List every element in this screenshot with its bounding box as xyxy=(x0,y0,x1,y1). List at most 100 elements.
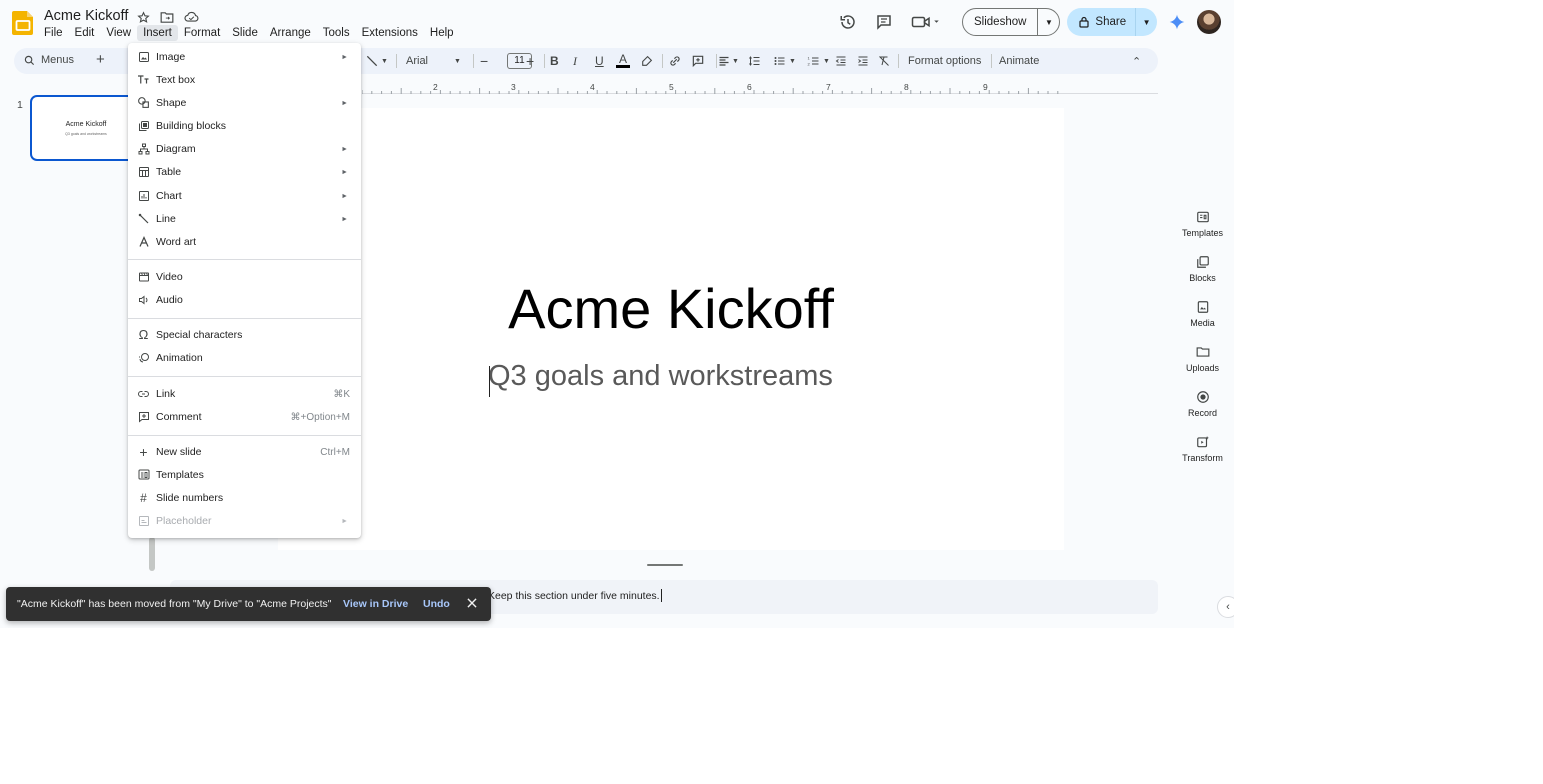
omega-icon: Ω xyxy=(138,327,149,342)
star-icon[interactable] xyxy=(134,9,152,25)
document-title[interactable]: Acme Kickoff xyxy=(44,8,128,24)
menu-item-shape[interactable]: Shape ► xyxy=(128,93,361,113)
menu-arrange[interactable]: Arrange xyxy=(264,25,317,41)
menu-item-table[interactable]: Table ► xyxy=(128,162,361,182)
bulleted-list-icon[interactable]: ▼ xyxy=(773,48,796,74)
comments-icon[interactable] xyxy=(870,8,898,36)
notes-resize-handle[interactable] xyxy=(647,564,683,566)
menu-shortcut: ⌘K xyxy=(333,388,350,400)
line-spacing-icon[interactable] xyxy=(748,48,761,74)
new-slide-plus-icon[interactable]: + xyxy=(96,51,105,68)
image-icon xyxy=(137,50,150,63)
numbered-list-icon[interactable]: 1 2 ▼ xyxy=(807,48,830,74)
menu-item-label: Table xyxy=(156,166,182,178)
menu-shortcut: Ctrl+M xyxy=(320,446,350,458)
menu-slide[interactable]: Slide xyxy=(226,25,264,41)
italic-icon[interactable]: I xyxy=(573,48,577,74)
link-icon xyxy=(137,387,150,400)
decrease-indent-icon[interactable] xyxy=(835,48,847,74)
collapse-toolbar-chevron-up-icon[interactable]: ⌃ xyxy=(1132,48,1141,74)
meet-icon[interactable] xyxy=(906,8,946,36)
slideshow-label[interactable]: Slideshow xyxy=(963,9,1037,35)
submenu-arrow-icon: ► xyxy=(341,192,348,200)
slide-thumbnail[interactable]: Acme Kickoff Q3 goals and workstreams xyxy=(30,95,140,161)
speaker-notes-text[interactable]: Keep this section under five minutes. xyxy=(488,590,660,602)
menu-item-video[interactable]: Video xyxy=(128,267,361,287)
version-history-icon[interactable] xyxy=(834,8,862,36)
menu-help[interactable]: Help xyxy=(424,25,460,41)
share-main[interactable]: Share xyxy=(1067,8,1135,36)
menu-format[interactable]: Format xyxy=(178,25,226,41)
menus-search[interactable]: Menus xyxy=(24,54,74,66)
format-options-button[interactable]: Format options xyxy=(908,48,981,74)
text-color-icon[interactable]: A xyxy=(616,48,630,74)
bold-icon[interactable]: B xyxy=(550,48,559,74)
slideshow-button[interactable]: Slideshow ▼ xyxy=(962,8,1061,36)
filmstrip-scrollbar[interactable] xyxy=(149,537,155,571)
menu-tools[interactable]: Tools xyxy=(317,25,356,41)
side-panel-blocks[interactable]: Blocks xyxy=(1175,255,1230,283)
menu-item-line[interactable]: Line ► xyxy=(128,209,361,229)
menu-item-slide-numbers[interactable]: # Slide numbers xyxy=(128,488,361,508)
chevron-down-icon[interactable]: ▼ xyxy=(1037,9,1059,35)
side-panel-record[interactable]: Record xyxy=(1175,390,1230,418)
menu-item-building-blocks[interactable]: Building blocks xyxy=(128,116,361,136)
gemini-sparkle-icon[interactable] xyxy=(1169,14,1185,30)
menu-item-animation[interactable]: Animation xyxy=(128,348,361,368)
search-icon xyxy=(24,55,35,65)
menu-item-label: Chart xyxy=(156,190,182,202)
media-icon xyxy=(1197,301,1208,313)
account-avatar[interactable] xyxy=(1197,10,1222,34)
menu-edit[interactable]: Edit xyxy=(69,25,101,41)
highlight-color-icon[interactable] xyxy=(640,48,653,74)
collapse-side-panel-chevron-left-icon[interactable]: ‹ xyxy=(1217,596,1234,618)
menu-insert[interactable]: Insert xyxy=(137,25,178,41)
decrease-font-size-icon[interactable]: − xyxy=(480,48,488,74)
add-comment-icon[interactable] xyxy=(691,48,705,74)
thumbnail-subtitle: Q3 goals and workstreams xyxy=(65,132,107,136)
increase-font-size-icon[interactable]: + xyxy=(526,48,534,74)
move-folder-icon[interactable] xyxy=(158,9,176,25)
side-panel-media[interactable]: Media xyxy=(1175,300,1230,328)
menu-item-special-characters[interactable]: Ω Special characters xyxy=(128,325,361,345)
menu-item-chart[interactable]: Chart ► xyxy=(128,186,361,206)
align-icon[interactable]: ▼ xyxy=(718,48,739,74)
font-family-select[interactable]: Arial ▼ xyxy=(406,48,464,74)
share-button[interactable]: Share ▼ xyxy=(1067,8,1158,36)
slides-logo-icon[interactable] xyxy=(11,10,35,36)
slide-number: 1 xyxy=(17,99,23,111)
insert-link-icon[interactable] xyxy=(668,48,682,74)
menu-item-word-art[interactable]: Word art xyxy=(128,232,361,252)
menu-item-image[interactable]: Image ► xyxy=(128,47,361,67)
menu-item-audio[interactable]: Audio xyxy=(128,290,361,310)
ruler-label: 3 xyxy=(511,82,516,92)
side-panel-templates[interactable]: Templates xyxy=(1175,210,1230,238)
chevron-down-icon[interactable]: ▼ xyxy=(1135,8,1157,36)
line-icon xyxy=(137,212,150,225)
increase-indent-icon[interactable] xyxy=(857,48,869,74)
side-panel-uploads[interactable]: Uploads xyxy=(1175,345,1230,373)
cloud-status-icon[interactable] xyxy=(182,9,200,25)
slide-title-text[interactable]: Acme Kickoff xyxy=(278,276,1064,341)
menu-view[interactable]: View xyxy=(100,25,137,41)
menu-item-diagram[interactable]: Diagram ► xyxy=(128,139,361,159)
menu-item-text-box[interactable]: Text box xyxy=(128,70,361,90)
side-panel-transform[interactable]: Transform xyxy=(1175,435,1230,463)
clear-formatting-icon[interactable] xyxy=(878,48,890,74)
menu-file[interactable]: File xyxy=(38,25,69,41)
underline-icon[interactable]: U xyxy=(595,48,604,74)
line-tool-icon[interactable]: ▼ xyxy=(365,48,388,74)
slide-canvas[interactable]: Acme Kickoff Q3 goals and workstreams xyxy=(278,108,1064,550)
menu-bar: File Edit View Insert Format Slide Arran… xyxy=(38,25,460,41)
share-label: Share xyxy=(1095,16,1127,28)
slide-subtitle-text[interactable]: Q3 goals and workstreams xyxy=(488,360,833,393)
view-in-drive-link[interactable]: View in Drive xyxy=(343,598,408,610)
animate-button[interactable]: Animate xyxy=(999,48,1039,74)
menu-item-link[interactable]: Link ⌘K xyxy=(128,384,361,404)
menu-item-new-slide[interactable]: + New slide Ctrl+M xyxy=(128,442,361,462)
undo-button[interactable]: Undo xyxy=(423,598,450,610)
close-icon[interactable] xyxy=(465,596,479,610)
menu-extensions[interactable]: Extensions xyxy=(356,25,424,41)
menu-item-templates[interactable]: Templates xyxy=(128,465,361,485)
menu-item-comment[interactable]: Comment ⌘+Option+M xyxy=(128,407,361,427)
